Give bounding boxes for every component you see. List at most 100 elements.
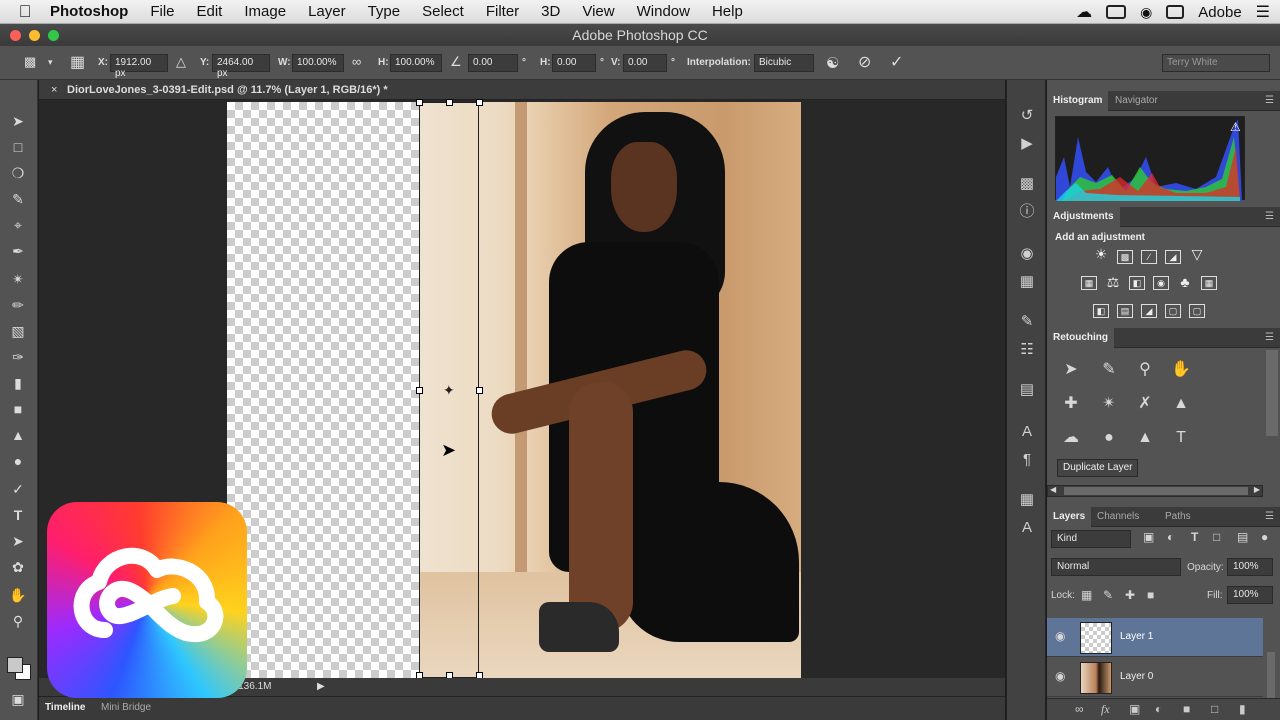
relative-position-icon[interactable]: △ <box>176 54 186 70</box>
commit-transform-icon[interactable]: ✓ <box>890 52 903 72</box>
rotation-input[interactable]: 0.00 <box>468 54 518 72</box>
x-position-input[interactable]: 1912.00 px <box>110 54 168 79</box>
panel-menu-icon[interactable]: ☰ <box>1265 91 1274 111</box>
quick-select-icon[interactable]: ✎ <box>1097 358 1121 382</box>
workspace-select[interactable]: Terry White <box>1162 54 1270 72</box>
dodge-icon[interactable]: ● <box>1097 426 1121 450</box>
transform-center-icon[interactable]: ✦ <box>443 382 455 399</box>
minimize-window-button[interactable] <box>29 30 40 41</box>
zoom-tool-icon[interactable]: ⚲ <box>8 612 28 630</box>
foreground-color-swatch[interactable] <box>7 657 23 673</box>
blur-tool-icon[interactable]: ▲ <box>8 426 28 444</box>
layer-styles-button[interactable]: fx <box>1101 702 1110 717</box>
interpolation-select[interactable]: Bicubic <box>754 54 814 72</box>
width-input[interactable]: 100.00% <box>292 54 344 72</box>
filter-type-icon[interactable]: T <box>1191 530 1198 544</box>
menu-3d[interactable]: 3D <box>541 3 560 20</box>
color-lookup-icon[interactable]: ▦ <box>1201 276 1217 290</box>
clone-stamp-tool-icon[interactable]: ▧ <box>8 322 28 340</box>
canvas[interactable]: ✦ ➤ <box>227 99 801 679</box>
retouching-vscrollbar[interactable] <box>1266 350 1278 436</box>
brush-tool-icon[interactable]: ✏ <box>8 296 28 314</box>
black-white-icon[interactable]: ◧ <box>1129 276 1145 290</box>
fill-input[interactable]: 100% <box>1227 586 1273 604</box>
screen-record-icon[interactable] <box>1106 5 1127 19</box>
clone-source-icon[interactable]: ▩ <box>1017 174 1037 194</box>
new-adjustment-layer-icon[interactable]: ◐ <box>1155 702 1162 716</box>
hand-tool-icon[interactable]: ✋ <box>8 586 28 604</box>
brightness-contrast-icon[interactable]: ☀ <box>1093 247 1109 262</box>
warp-mode-icon[interactable]: ☯ <box>826 54 839 72</box>
app-menu[interactable]: Photoshop <box>50 3 128 20</box>
bandage-icon[interactable]: ✚ <box>1059 392 1083 416</box>
menu-filter[interactable]: Filter <box>486 3 519 20</box>
tab-paths[interactable]: Paths <box>1159 507 1197 527</box>
v-skew-input[interactable]: 0.00 <box>623 54 667 72</box>
history-icon[interactable]: ↺ <box>1017 106 1037 126</box>
y-position-input[interactable]: 2464.00 px <box>212 54 270 79</box>
gradient-tool-icon[interactable]: ■ <box>8 400 28 418</box>
status-menu-arrow-icon[interactable]: ▶ <box>317 678 325 696</box>
gradient-map-icon[interactable]: ▢ <box>1165 304 1181 318</box>
filter-shape-icon[interactable]: □ <box>1213 530 1220 544</box>
actions-play-icon[interactable]: ▶ <box>1017 134 1037 154</box>
photo-filter-icon[interactable]: ◉ <box>1153 276 1169 290</box>
channel-mixer-icon[interactable]: ♣ <box>1177 275 1193 290</box>
brushes-icon[interactable]: ✎ <box>1017 312 1037 332</box>
paragraph-icon[interactable]: ¶ <box>1017 450 1037 470</box>
history-brush-tool-icon[interactable]: ✑ <box>8 348 28 366</box>
filter-adjustment-icon[interactable]: ◐ <box>1167 530 1174 544</box>
crop-tool-icon[interactable]: ⌖ <box>8 216 28 234</box>
filter-toggle-icon[interactable]: ● <box>1261 530 1268 544</box>
tab-layers[interactable]: Layers <box>1047 507 1092 527</box>
menu-help[interactable]: Help <box>712 3 743 20</box>
tab-histogram[interactable]: Histogram <box>1047 91 1109 111</box>
transform-tool-icon[interactable]: ▩ <box>24 54 36 70</box>
new-group-icon[interactable]: ■ <box>1183 702 1190 716</box>
tab-channels[interactable]: Channels <box>1091 507 1145 527</box>
transform-handle[interactable] <box>416 99 423 106</box>
menu-list-icon[interactable]: ☰ <box>1256 2 1270 22</box>
marquee-tool-icon[interactable]: □ <box>8 138 28 156</box>
transform-handle[interactable] <box>476 99 483 106</box>
exposure-icon[interactable]: ◢ <box>1165 250 1181 264</box>
tab-timeline[interactable]: Timeline <box>45 702 85 713</box>
layer-row-layer-1[interactable]: ◉ Layer 1 <box>1047 618 1263 657</box>
tab-navigator[interactable]: Navigator <box>1109 91 1164 111</box>
h-skew-input[interactable]: 0.00 <box>552 54 596 72</box>
dodge-tool-icon[interactable]: ● <box>8 452 28 470</box>
blend-mode-select[interactable]: Normal <box>1051 558 1181 576</box>
layer-row-layer-0[interactable]: ◉ Layer 0 <box>1047 658 1263 697</box>
color-palette-icon[interactable]: ◉ <box>1017 244 1037 264</box>
cancel-transform-icon[interactable]: ⊘ <box>858 52 871 72</box>
transform-handle[interactable] <box>476 387 483 394</box>
scroll-thumb[interactable] <box>1064 487 1248 495</box>
scroll-right-icon[interactable]: ▶ <box>1254 485 1260 494</box>
healing-brush-tool-icon[interactable]: ✴ <box>8 270 28 288</box>
invert-icon[interactable]: ◧ <box>1093 304 1109 318</box>
creative-cloud-status-icon[interactable]: ☁ <box>1076 2 1092 22</box>
visibility-eye-icon[interactable]: ◉ <box>1055 669 1065 683</box>
zoom-window-button[interactable] <box>48 30 59 41</box>
apple-menu-icon[interactable]:  <box>0 2 50 22</box>
display-icon[interactable] <box>1166 5 1185 19</box>
vibrance-icon[interactable]: ▽ <box>1189 247 1205 262</box>
retouching-scrollbar[interactable]: ◀ ▶ <box>1047 485 1263 497</box>
zoom-icon[interactable]: ⚲ <box>1133 358 1157 382</box>
move-tool-icon[interactable]: ➤ <box>1059 358 1083 382</box>
brush-presets-icon[interactable]: ☷ <box>1017 340 1037 360</box>
menu-window[interactable]: Window <box>637 3 690 20</box>
character-icon[interactable]: A <box>1017 422 1037 442</box>
menu-type[interactable]: Type <box>368 3 401 20</box>
posterize-icon[interactable]: ▤ <box>1117 304 1133 318</box>
transform-handle[interactable] <box>416 387 423 394</box>
layer-comps-icon[interactable]: ▦ <box>1017 490 1037 510</box>
smudge-icon[interactable]: ☁ <box>1059 426 1083 450</box>
eyedropper-tool-icon[interactable]: ✒ <box>8 242 28 260</box>
link-icon[interactable]: ∞ <box>352 54 361 69</box>
transform-handle[interactable] <box>446 99 453 106</box>
layers-vscrollbar[interactable] <box>1267 652 1275 698</box>
layer-filter-select[interactable]: Kind <box>1051 530 1131 548</box>
filter-smart-object-icon[interactable]: ▤ <box>1237 530 1248 544</box>
panel-menu-icon[interactable]: ☰ <box>1265 207 1274 227</box>
